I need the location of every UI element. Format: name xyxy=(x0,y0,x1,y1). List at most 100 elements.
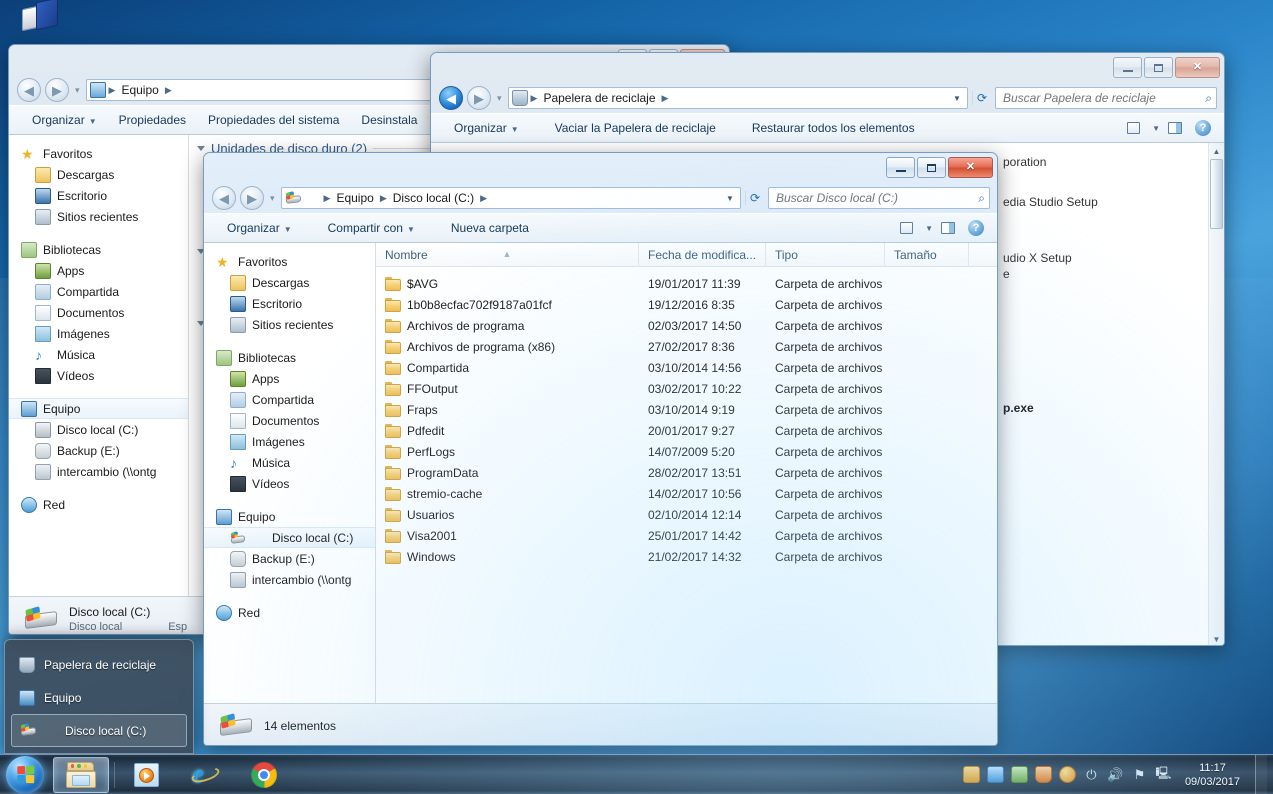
column-header-tamano[interactable]: Tamaño xyxy=(885,243,969,267)
papelera-maximize-button[interactable] xyxy=(1144,57,1173,78)
folder-desktop-icon[interactable] xyxy=(22,0,68,32)
sidebar-item-backup-e[interactable]: Backup (E:) xyxy=(204,548,375,569)
file-name-cell[interactable]: Archivos de programa (x86) xyxy=(376,339,639,354)
disco-organizar-button[interactable]: Organizar ▼ xyxy=(216,217,303,239)
network-icon[interactable]: 🖳 xyxy=(1155,766,1172,783)
scrollbar-thumb[interactable] xyxy=(1210,159,1223,229)
view-mode-dropdown-icon[interactable]: ▼ xyxy=(925,224,933,233)
column-header-tipo[interactable]: Tipo xyxy=(766,243,885,267)
sidebar-item-documentos[interactable]: Documentos xyxy=(204,410,375,431)
power-icon[interactable]: ⏻ xyxy=(1083,766,1100,783)
equipo-desinstalar-button[interactable]: Desinstala xyxy=(350,109,428,131)
breadcrumb-item-papelera[interactable]: Papelera de reciclaje xyxy=(539,90,659,106)
equipo-propiedades-button[interactable]: Propiedades xyxy=(108,109,197,131)
preview-pane-icon[interactable] xyxy=(1162,117,1188,139)
disco-nueva-carpeta-button[interactable]: Nueva carpeta xyxy=(440,217,540,239)
scroll-down-icon[interactable]: ▼ xyxy=(1209,631,1224,645)
help-icon[interactable]: ? xyxy=(963,217,989,239)
file-name-cell[interactable]: Fraps xyxy=(376,402,639,417)
sidebar-item-imagenes[interactable]: Imágenes xyxy=(204,431,375,452)
disco-window-controls[interactable]: ✕ xyxy=(886,157,993,178)
scroll-up-icon[interactable]: ▲ xyxy=(1209,143,1224,159)
papelera-vertical-scrollbar[interactable]: ▲ ▼ xyxy=(1208,143,1224,645)
papelera-address-row[interactable]: ◀ ▶ ▾ ▶ Papelera de reciclaje ▶ ▼ ⟳ ⌕ xyxy=(431,83,1224,113)
network-alert-icon[interactable] xyxy=(986,766,1004,783)
file-name-cell[interactable]: Windows xyxy=(376,549,639,564)
sidebar-item-bibliotecas[interactable]: Bibliotecas xyxy=(9,239,188,260)
volume-icon[interactable]: 🔊 xyxy=(1107,766,1124,783)
table-row[interactable]: PerfLogs 14/07/2009 5:20 Carpeta de archiv… xyxy=(376,441,997,462)
address-dropdown-icon[interactable]: ▼ xyxy=(722,194,738,203)
sidebar-item-equipo[interactable]: Equipo xyxy=(204,506,375,527)
table-row[interactable]: Compartida 03/10/2014 14:56 Carpeta de arc… xyxy=(376,357,997,378)
sidebar-item-red[interactable]: Red xyxy=(204,602,375,623)
breadcrumb-item-equipo[interactable]: Equipo xyxy=(117,82,162,98)
papelera-item-fragment-1[interactable]: poration xyxy=(1003,155,1046,169)
file-name-cell[interactable]: Archivos de programa xyxy=(376,318,639,333)
disco-search-input[interactable] xyxy=(776,191,979,205)
disco-address-row[interactable]: ◀ ▶ ▾ ▶ Equipo ▶ Disco local (C:) ▶ ▼ ⟳ xyxy=(204,183,997,213)
disco-search-box[interactable]: ⌕ xyxy=(768,187,990,209)
shield-alert-icon[interactable] xyxy=(1034,766,1052,783)
view-mode-dropdown-icon[interactable]: ▼ xyxy=(1152,124,1160,133)
file-name-cell[interactable]: stremio-cache xyxy=(376,486,639,501)
avg-icon[interactable] xyxy=(962,766,980,783)
sidebar-item-backup-e[interactable]: Backup (E:) xyxy=(9,440,188,461)
taskbar-button-explorer[interactable] xyxy=(53,756,109,793)
disco-address-bar[interactable]: ▶ Equipo ▶ Disco local (C:) ▶ ▼ xyxy=(280,187,741,209)
sidebar-item-imagenes[interactable]: Imágenes xyxy=(9,323,188,344)
sidebar-item-equipo[interactable]: Equipo xyxy=(9,398,188,419)
papelera-search-box[interactable]: ⌕ xyxy=(995,87,1217,109)
equipo-navigation-pane[interactable]: ★ Favoritos Descargas Escritorio Sitios … xyxy=(9,135,189,596)
sidebar-item-favoritos[interactable]: ★ Favoritos xyxy=(204,251,375,272)
disco-file-list[interactable]: ▲ Nombre Fecha de modifica... Tipo Tamañ… xyxy=(376,243,997,703)
table-row[interactable]: Usuarios 02/10/2014 12:14 Carpeta de archi… xyxy=(376,504,997,525)
papelera-window-controls[interactable]: ✕ xyxy=(1113,57,1220,78)
system-tray[interactable]: ⏻ 🔊 ⚑ 🖳 11:17 09/03/2017 xyxy=(962,754,1273,794)
sidebar-item-favoritos[interactable]: ★ Favoritos xyxy=(9,143,188,164)
sidebar-item-compartida[interactable]: Compartida xyxy=(204,389,375,410)
sidebar-item-videos[interactable]: Vídeos xyxy=(204,473,375,494)
file-name-cell[interactable]: $AVG xyxy=(376,276,639,291)
column-header-extra[interactable] xyxy=(969,243,997,267)
sidebar-item-disco-local-c[interactable]: Disco local (C:) xyxy=(204,527,375,548)
equipo-organizar-button[interactable]: Organizar ▼ xyxy=(21,109,108,131)
sidebar-item-red[interactable]: Red xyxy=(9,494,188,515)
equipo-propiedades-sistema-button[interactable]: Propiedades del sistema xyxy=(197,109,350,131)
papelera-breadcrumb[interactable]: ▶ Papelera de reciclaje ▶ xyxy=(530,90,947,106)
papelera-recent-pages-icon[interactable]: ▾ xyxy=(495,93,504,104)
sidebar-item-disco-local-c[interactable]: Disco local (C:) xyxy=(9,419,188,440)
refresh-icon[interactable]: ⟳ xyxy=(744,191,764,205)
taskbar-button-chrome[interactable] xyxy=(236,757,292,793)
disco-forward-button[interactable]: ▶ xyxy=(240,186,264,210)
refresh-icon[interactable]: ⟳ xyxy=(971,91,991,105)
disco-close-button[interactable]: ✕ xyxy=(948,157,993,178)
sidebar-item-intercambio[interactable]: intercambio (\\ontg xyxy=(9,461,188,482)
disco-recent-pages-icon[interactable]: ▾ xyxy=(268,193,277,204)
search-icon[interactable]: ⌕ xyxy=(1205,91,1212,106)
table-row[interactable]: stremio-cache 14/02/2017 10:56 Carpeta de … xyxy=(376,483,997,504)
papelera-restaurar-button[interactable]: Restaurar todos los elementos xyxy=(741,117,926,139)
papelera-search-input[interactable] xyxy=(1003,91,1206,105)
papelera-forward-button[interactable]: ▶ xyxy=(467,86,491,110)
table-row[interactable]: ProgramData 28/02/2017 13:51 Carpeta de ar… xyxy=(376,462,997,483)
antivirus-alert-icon[interactable] xyxy=(1058,766,1076,783)
file-name-cell[interactable]: FFOutput xyxy=(376,381,639,396)
equipo-back-button[interactable]: ◀ xyxy=(17,78,41,102)
papelera-view-controls[interactable]: ▼ ? xyxy=(1120,117,1224,139)
taskbar-jumplist[interactable]: Papelera de reciclaje Equipo Disco local… xyxy=(4,639,194,754)
search-icon[interactable]: ⌕ xyxy=(978,191,985,206)
table-row[interactable]: Windows 21/02/2017 14:32 Carpeta de archiv… xyxy=(376,546,997,567)
sidebar-item-escritorio[interactable]: Escritorio xyxy=(204,293,375,314)
file-name-cell[interactable]: 1b0b8ecfac702f9187a01fcf xyxy=(376,297,639,312)
sidebar-item-descargas[interactable]: Descargas xyxy=(9,164,188,185)
papelera-item-fragment-2[interactable]: edia Studio Setup xyxy=(1003,195,1098,209)
jumplist-item-papelera[interactable]: Papelera de reciclaje xyxy=(11,648,187,681)
file-name-cell[interactable]: ProgramData xyxy=(376,465,639,480)
papelera-titlebar[interactable]: ✕ xyxy=(431,53,1224,83)
file-name-cell[interactable]: Visa2001 xyxy=(376,528,639,543)
column-header-nombre[interactable]: ▲ Nombre xyxy=(376,243,639,267)
file-name-cell[interactable]: Usuarios xyxy=(376,507,639,522)
file-rows-container[interactable]: $AVG 19/01/2017 11:39 Carpeta de archivos 1… xyxy=(376,267,997,567)
jumplist-item-equipo[interactable]: Equipo xyxy=(11,681,187,714)
